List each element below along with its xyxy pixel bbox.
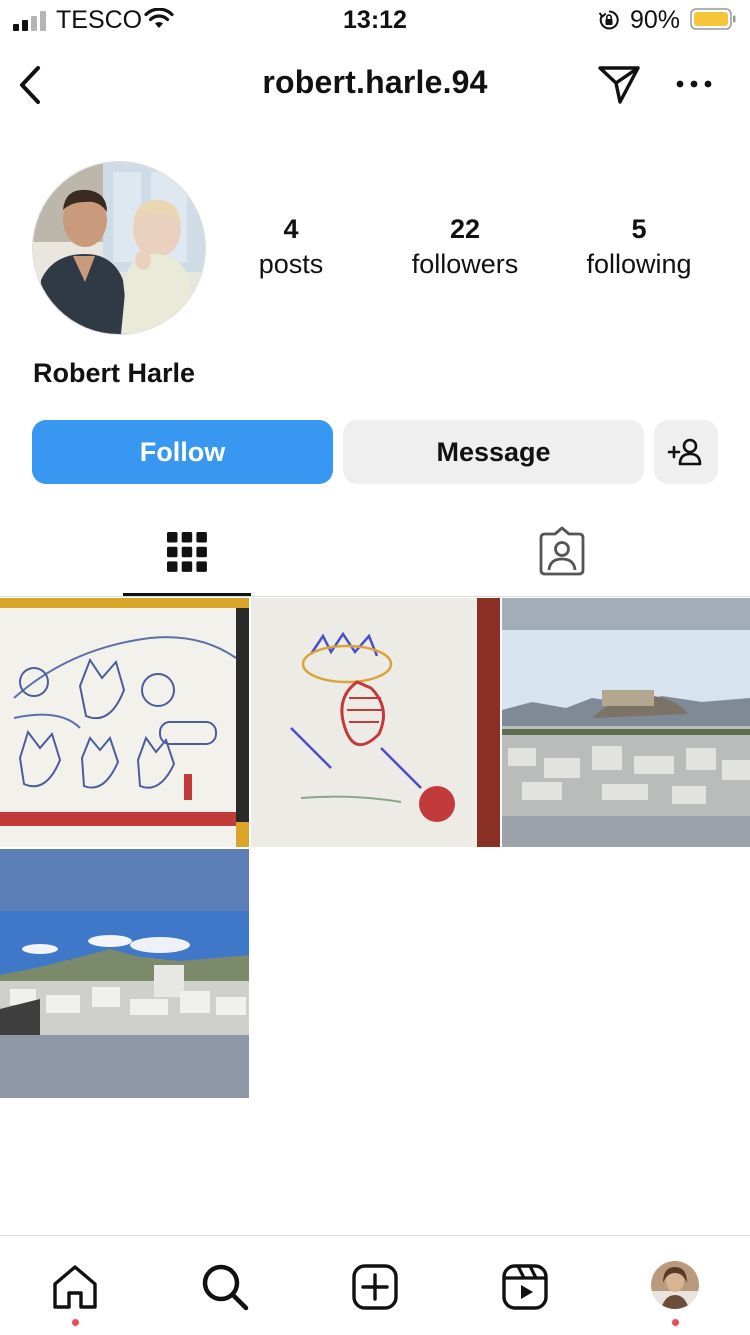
tab-divider bbox=[0, 596, 750, 597]
status-bar: TESCO 13:12 90% bbox=[0, 0, 750, 42]
post-image bbox=[251, 598, 500, 847]
message-button[interactable]: Message bbox=[343, 420, 644, 484]
tab-posts-grid[interactable] bbox=[123, 520, 251, 596]
home-icon[interactable] bbox=[50, 1262, 100, 1312]
search-icon[interactable] bbox=[200, 1262, 250, 1312]
profile-avatar[interactable] bbox=[32, 161, 206, 335]
reels-icon[interactable] bbox=[500, 1262, 550, 1312]
paper-plane-icon[interactable] bbox=[596, 62, 642, 106]
stat-label: posts bbox=[258, 249, 324, 279]
post-thumbnail-2[interactable] bbox=[251, 598, 500, 847]
follow-button[interactable]: Follow bbox=[32, 420, 333, 484]
battery-percentage: 90% bbox=[630, 6, 681, 34]
post-image bbox=[0, 849, 249, 1098]
rotation-lock-icon bbox=[598, 10, 619, 30]
post-image bbox=[502, 598, 750, 847]
profile-tab-avatar[interactable] bbox=[651, 1261, 699, 1309]
suggested-users-button[interactable] bbox=[654, 420, 718, 484]
plus-square-icon[interactable] bbox=[350, 1262, 400, 1312]
stat-value: 5 bbox=[631, 214, 647, 244]
home-notification-dot bbox=[72, 1319, 79, 1326]
stat-posts[interactable]: 4 posts bbox=[206, 214, 376, 280]
profile-display-name: Robert Harle bbox=[33, 358, 196, 388]
stat-following[interactable]: 5 following bbox=[554, 214, 724, 280]
profile-notification-dot bbox=[672, 1319, 679, 1326]
ellipsis-icon[interactable] bbox=[676, 76, 712, 92]
post-thumbnail-4[interactable] bbox=[0, 849, 249, 1098]
grid-icon bbox=[167, 532, 207, 572]
stat-label: followers bbox=[411, 249, 519, 279]
stat-value: 4 bbox=[283, 214, 299, 244]
battery-icon bbox=[690, 8, 736, 30]
post-thumbnail-3[interactable] bbox=[502, 598, 750, 847]
tab-tagged[interactable] bbox=[500, 520, 624, 596]
tagged-icon bbox=[539, 526, 585, 576]
stat-label: following bbox=[586, 249, 692, 279]
add-user-icon bbox=[667, 438, 702, 466]
stat-value: 22 bbox=[449, 214, 481, 244]
post-image bbox=[0, 598, 249, 847]
post-thumbnail-1[interactable] bbox=[0, 598, 249, 847]
stat-followers[interactable]: 22 followers bbox=[380, 214, 550, 280]
